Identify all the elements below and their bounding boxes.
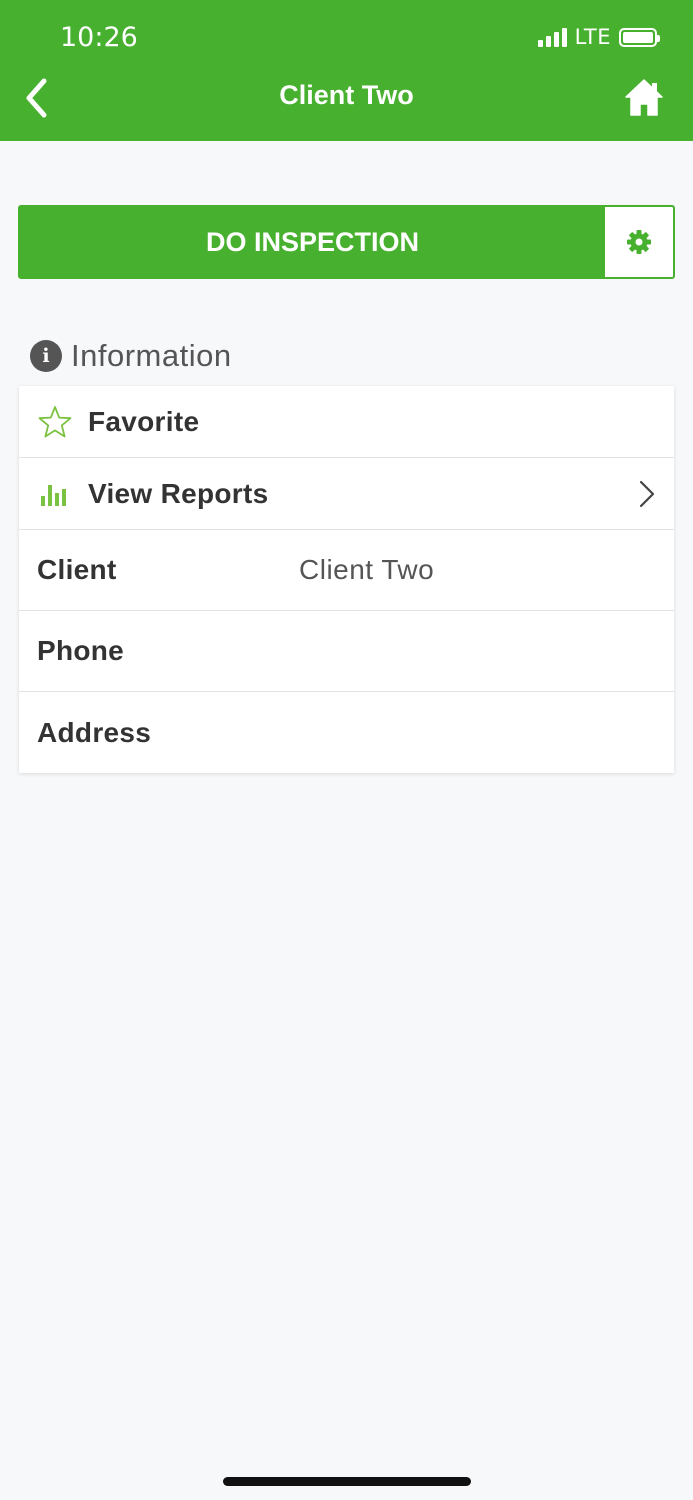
favorite-row[interactable]: Favorite xyxy=(19,386,674,458)
home-indicator[interactable] xyxy=(223,1477,471,1486)
client-field-row: Client Client Two xyxy=(19,530,674,611)
network-label: LTE xyxy=(574,25,611,49)
home-icon xyxy=(625,79,663,116)
page-title: Client Two xyxy=(279,80,414,110)
top-bar: 10:26 LTE Client Two xyxy=(0,0,693,141)
info-icon: i xyxy=(30,340,62,372)
view-reports-label: View Reports xyxy=(88,477,269,509)
view-reports-row[interactable]: View Reports xyxy=(19,458,674,530)
information-section-header: i Information xyxy=(30,338,232,374)
status-time: 10:26 xyxy=(60,22,138,53)
signal-icon xyxy=(537,27,567,47)
inspection-settings-button[interactable] xyxy=(605,207,673,277)
client-label: Client xyxy=(37,554,117,585)
favorite-label: Favorite xyxy=(88,405,200,437)
bar-chart-icon xyxy=(36,481,74,507)
do-inspection-button[interactable]: DO INSPECTION xyxy=(20,207,605,277)
home-button[interactable] xyxy=(623,76,665,118)
client-value: Client Two xyxy=(299,554,435,585)
phone-label: Phone xyxy=(37,635,125,666)
status-indicators: LTE xyxy=(537,25,660,49)
chevron-right-icon xyxy=(639,480,655,507)
star-icon xyxy=(36,405,74,439)
information-card: Favorite View Reports Client Client Two … xyxy=(19,386,674,773)
gear-icon xyxy=(627,230,651,254)
address-label: Address xyxy=(37,716,152,748)
battery-icon xyxy=(619,27,660,47)
phone-field-row[interactable]: Phone xyxy=(19,611,674,692)
address-field-row[interactable]: Address xyxy=(19,692,674,773)
section-title: Information xyxy=(71,338,232,373)
inspection-action-bar: DO INSPECTION xyxy=(18,205,675,279)
